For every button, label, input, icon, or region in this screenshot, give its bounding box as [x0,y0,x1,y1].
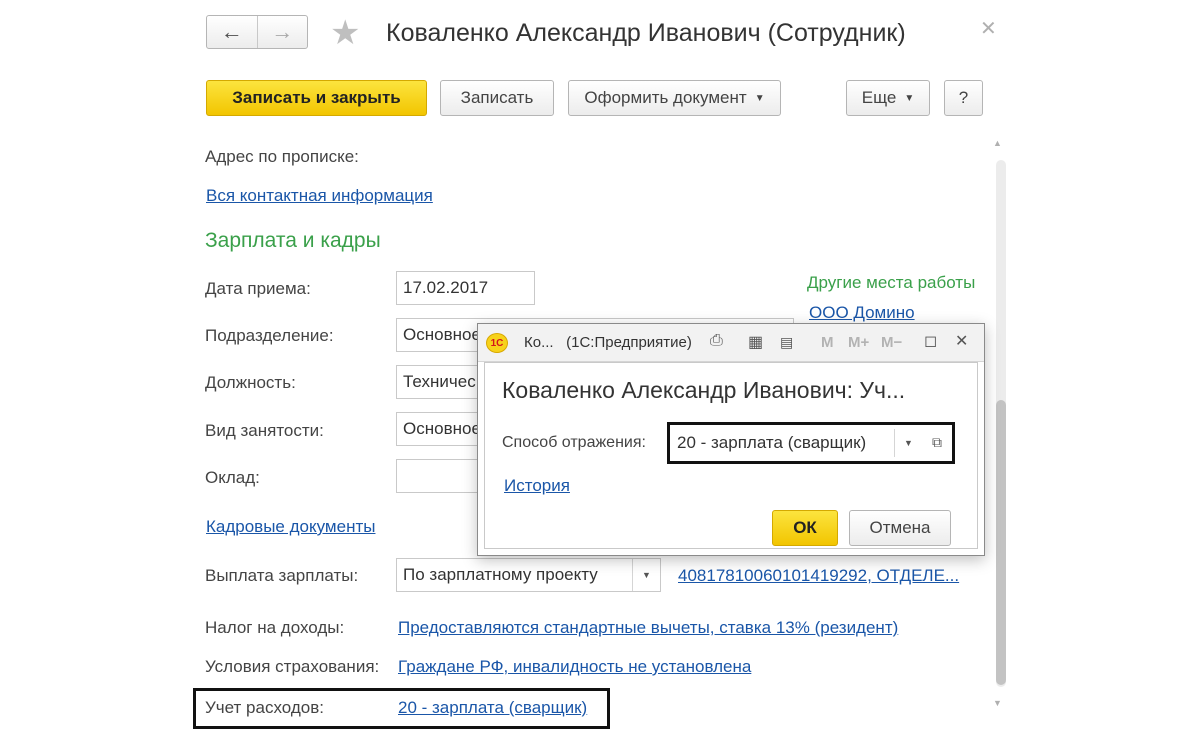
close-icon[interactable]: ✕ [980,16,997,41]
save-and-close-button[interactable]: Записать и закрыть [206,80,427,116]
section-title: Зарплата и кадры [205,229,381,252]
employment-type-label: Вид занятости: [205,421,324,440]
position-label: Должность: [205,373,296,392]
create-document-label: Оформить документ [584,88,747,107]
department-label: Подразделение: [205,326,334,345]
back-button[interactable]: ← [207,16,257,48]
dialog-window-app: (1С:Предприятие) [566,334,692,351]
registration-address-label: Адрес по прописке: [205,147,359,166]
dialog-close-icon[interactable]: ✕ [955,331,968,351]
method-value: 20 - зарплата (сварщик) [677,433,867,452]
scroll-down-icon[interactable]: ▼ [993,698,1002,708]
dialog-window-title: Ко... (1С:Предприятие) [524,334,692,351]
maximize-icon[interactable]: ◻ [924,331,937,351]
chevron-down-icon[interactable]: ▼ [632,559,660,591]
employment-type-value: Основное [403,419,481,438]
navigation-buttons: ← → [206,15,308,49]
payout-label: Выплата зарплаты: [205,566,359,585]
scrollbar-thumb[interactable] [996,400,1006,685]
memory-button[interactable]: M [821,334,834,351]
chevron-down-icon[interactable]: ▼ [894,429,922,457]
expense-label: Учет расходов: [205,698,324,717]
hr-documents-link[interactable]: Кадровые документы [206,517,375,537]
hire-date-field[interactable]: 17.02.2017 [396,271,535,305]
hire-date-label: Дата приема: [205,279,311,298]
print-icon[interactable]: ⎙ [710,332,723,350]
payout-select[interactable]: По зарплатному проекту ▼ [396,558,661,592]
page-title: Коваленко Александр Иванович (Сотрудник) [386,19,906,47]
chevron-down-icon: ▼ [754,92,765,104]
hire-date-value: 17.02.2017 [403,278,489,297]
method-label: Способ отражения: [502,434,646,451]
more-label: Еще [861,88,897,107]
help-button[interactable]: ? [944,80,983,116]
more-button[interactable]: Еще ▼ [846,80,930,116]
arrow-left-icon: ← [220,19,243,44]
income-tax-label: Налог на доходы: [205,618,345,637]
arrow-right-icon: → [271,19,294,44]
calendar-icon[interactable]: ▤ [780,334,793,351]
memory-plus-button[interactable]: M+ [848,334,869,351]
app-logo-icon: 1С [486,333,508,353]
history-link[interactable]: История [504,476,570,496]
other-workplaces-title: Другие места работы [807,273,976,292]
dialog-heading: Коваленко Александр Иванович: Уч... [502,377,906,403]
scroll-up-icon[interactable]: ▲ [993,138,1002,148]
all-contacts-link[interactable]: Вся контактная информация [206,186,433,206]
memory-minus-button[interactable]: M− [881,334,902,351]
insurance-link[interactable]: Граждане РФ, инвалидность не установлена [398,657,751,677]
save-button[interactable]: Записать [440,80,554,116]
dialog-titlebar: 1С Ко... (1С:Предприятие) ⎙ ▦ ▤ M M+ M− … [478,324,984,362]
department-value: Основное [403,325,481,344]
star-icon[interactable]: ★ [330,14,360,52]
insurance-label: Условия страхования: [205,657,380,676]
payout-account-link[interactable]: 40817810060101419292, ОТДЕЛЕ... [678,566,959,586]
ok-button[interactable]: ОК [772,510,838,546]
calculator-icon[interactable]: ▦ [748,332,763,352]
app-logo-text: 1С [490,337,504,349]
forward-button[interactable]: → [256,16,308,48]
open-icon[interactable]: ⧉ [928,433,946,451]
dialog-window-title-short: Ко... [524,334,554,351]
expense-link[interactable]: 20 - зарплата (сварщик) [398,698,587,718]
payout-value: По зарплатному проекту [403,565,598,584]
income-tax-link[interactable]: Предоставляются стандартные вычеты, став… [398,618,898,638]
chevron-down-icon: ▼ [904,92,915,104]
create-document-button[interactable]: Оформить документ ▼ [568,80,781,116]
position-value: Техничес [403,372,476,391]
company-link[interactable]: ООО Домино [809,303,915,323]
cancel-button[interactable]: Отмена [849,510,951,546]
method-select[interactable]: 20 - зарплата (сварщик) ▼ ⧉ [667,422,955,464]
expense-dialog: 1С Ко... (1С:Предприятие) ⎙ ▦ ▤ M M+ M− … [477,323,985,556]
salary-label: Оклад: [205,468,260,487]
